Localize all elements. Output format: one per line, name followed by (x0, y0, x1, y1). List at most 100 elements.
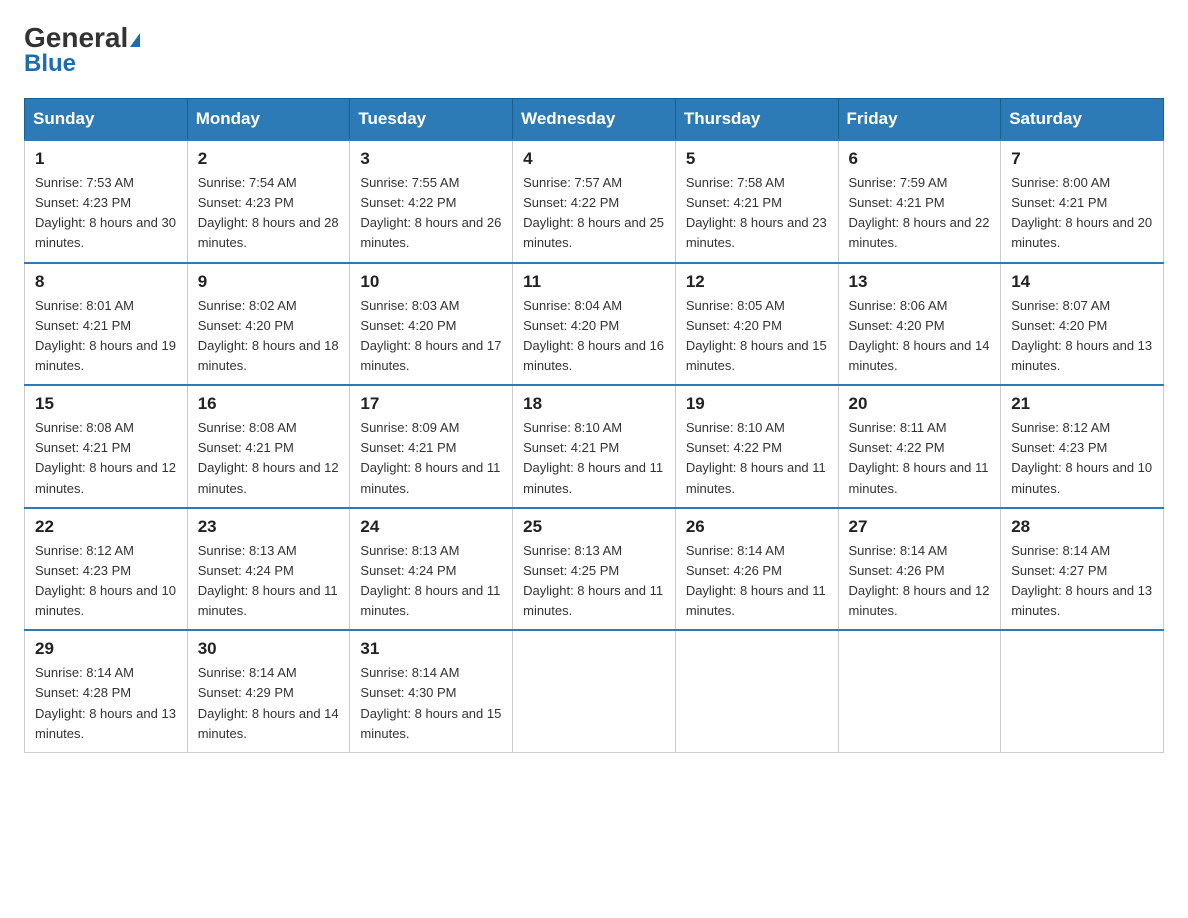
calendar-table: SundayMondayTuesdayWednesdayThursdayFrid… (24, 98, 1164, 753)
weekday-header-wednesday: Wednesday (513, 99, 676, 141)
day-info: Sunrise: 8:10 AMSunset: 4:22 PMDaylight:… (686, 420, 826, 495)
day-info: Sunrise: 8:03 AMSunset: 4:20 PMDaylight:… (360, 298, 501, 373)
day-number: 18 (523, 394, 665, 414)
day-info: Sunrise: 8:08 AMSunset: 4:21 PMDaylight:… (198, 420, 339, 495)
calendar-week-row: 1 Sunrise: 7:53 AMSunset: 4:23 PMDayligh… (25, 140, 1164, 263)
day-info: Sunrise: 8:09 AMSunset: 4:21 PMDaylight:… (360, 420, 500, 495)
calendar-cell: 14 Sunrise: 8:07 AMSunset: 4:20 PMDaylig… (1001, 263, 1164, 386)
day-info: Sunrise: 8:13 AMSunset: 4:24 PMDaylight:… (360, 543, 500, 618)
calendar-cell: 23 Sunrise: 8:13 AMSunset: 4:24 PMDaylig… (187, 508, 350, 631)
day-info: Sunrise: 7:58 AMSunset: 4:21 PMDaylight:… (686, 175, 827, 250)
day-number: 16 (198, 394, 340, 414)
weekday-header-friday: Friday (838, 99, 1001, 141)
day-info: Sunrise: 8:14 AMSunset: 4:27 PMDaylight:… (1011, 543, 1152, 618)
day-number: 26 (686, 517, 828, 537)
calendar-cell: 1 Sunrise: 7:53 AMSunset: 4:23 PMDayligh… (25, 140, 188, 263)
day-info: Sunrise: 8:02 AMSunset: 4:20 PMDaylight:… (198, 298, 339, 373)
calendar-cell: 3 Sunrise: 7:55 AMSunset: 4:22 PMDayligh… (350, 140, 513, 263)
day-number: 30 (198, 639, 340, 659)
page-header: General Blue (24, 24, 1164, 78)
calendar-cell: 5 Sunrise: 7:58 AMSunset: 4:21 PMDayligh… (675, 140, 838, 263)
day-number: 31 (360, 639, 502, 659)
day-number: 8 (35, 272, 177, 292)
calendar-cell: 13 Sunrise: 8:06 AMSunset: 4:20 PMDaylig… (838, 263, 1001, 386)
day-info: Sunrise: 8:06 AMSunset: 4:20 PMDaylight:… (849, 298, 990, 373)
day-info: Sunrise: 8:14 AMSunset: 4:26 PMDaylight:… (686, 543, 826, 618)
day-info: Sunrise: 8:14 AMSunset: 4:29 PMDaylight:… (198, 665, 339, 740)
calendar-cell: 17 Sunrise: 8:09 AMSunset: 4:21 PMDaylig… (350, 385, 513, 508)
day-info: Sunrise: 8:14 AMSunset: 4:30 PMDaylight:… (360, 665, 501, 740)
day-number: 7 (1011, 149, 1153, 169)
logo-blue: Blue (24, 50, 76, 78)
calendar-cell: 15 Sunrise: 8:08 AMSunset: 4:21 PMDaylig… (25, 385, 188, 508)
calendar-cell: 19 Sunrise: 8:10 AMSunset: 4:22 PMDaylig… (675, 385, 838, 508)
weekday-header-saturday: Saturday (1001, 99, 1164, 141)
logo-arrow-icon (130, 33, 140, 47)
day-info: Sunrise: 8:14 AMSunset: 4:26 PMDaylight:… (849, 543, 990, 618)
day-number: 11 (523, 272, 665, 292)
day-number: 24 (360, 517, 502, 537)
day-number: 10 (360, 272, 502, 292)
calendar-cell: 24 Sunrise: 8:13 AMSunset: 4:24 PMDaylig… (350, 508, 513, 631)
day-number: 21 (1011, 394, 1153, 414)
day-info: Sunrise: 8:12 AMSunset: 4:23 PMDaylight:… (1011, 420, 1152, 495)
calendar-cell (675, 630, 838, 752)
calendar-cell: 31 Sunrise: 8:14 AMSunset: 4:30 PMDaylig… (350, 630, 513, 752)
calendar-cell: 30 Sunrise: 8:14 AMSunset: 4:29 PMDaylig… (187, 630, 350, 752)
day-info: Sunrise: 7:54 AMSunset: 4:23 PMDaylight:… (198, 175, 339, 250)
calendar-cell: 10 Sunrise: 8:03 AMSunset: 4:20 PMDaylig… (350, 263, 513, 386)
day-number: 3 (360, 149, 502, 169)
day-info: Sunrise: 7:57 AMSunset: 4:22 PMDaylight:… (523, 175, 664, 250)
calendar-week-row: 22 Sunrise: 8:12 AMSunset: 4:23 PMDaylig… (25, 508, 1164, 631)
calendar-cell (513, 630, 676, 752)
calendar-cell: 27 Sunrise: 8:14 AMSunset: 4:26 PMDaylig… (838, 508, 1001, 631)
weekday-header-sunday: Sunday (25, 99, 188, 141)
calendar-cell: 4 Sunrise: 7:57 AMSunset: 4:22 PMDayligh… (513, 140, 676, 263)
calendar-week-row: 8 Sunrise: 8:01 AMSunset: 4:21 PMDayligh… (25, 263, 1164, 386)
day-number: 22 (35, 517, 177, 537)
day-info: Sunrise: 8:14 AMSunset: 4:28 PMDaylight:… (35, 665, 176, 740)
calendar-cell: 25 Sunrise: 8:13 AMSunset: 4:25 PMDaylig… (513, 508, 676, 631)
calendar-cell: 22 Sunrise: 8:12 AMSunset: 4:23 PMDaylig… (25, 508, 188, 631)
day-number: 13 (849, 272, 991, 292)
calendar-cell: 9 Sunrise: 8:02 AMSunset: 4:20 PMDayligh… (187, 263, 350, 386)
calendar-cell: 18 Sunrise: 8:10 AMSunset: 4:21 PMDaylig… (513, 385, 676, 508)
calendar-cell (1001, 630, 1164, 752)
weekday-header-thursday: Thursday (675, 99, 838, 141)
day-number: 20 (849, 394, 991, 414)
day-number: 19 (686, 394, 828, 414)
day-number: 23 (198, 517, 340, 537)
calendar-cell: 29 Sunrise: 8:14 AMSunset: 4:28 PMDaylig… (25, 630, 188, 752)
day-number: 9 (198, 272, 340, 292)
day-number: 15 (35, 394, 177, 414)
day-info: Sunrise: 8:08 AMSunset: 4:21 PMDaylight:… (35, 420, 176, 495)
day-info: Sunrise: 7:53 AMSunset: 4:23 PMDaylight:… (35, 175, 176, 250)
calendar-cell: 6 Sunrise: 7:59 AMSunset: 4:21 PMDayligh… (838, 140, 1001, 263)
weekday-header-row: SundayMondayTuesdayWednesdayThursdayFrid… (25, 99, 1164, 141)
day-info: Sunrise: 8:13 AMSunset: 4:25 PMDaylight:… (523, 543, 663, 618)
day-info: Sunrise: 8:01 AMSunset: 4:21 PMDaylight:… (35, 298, 176, 373)
calendar-cell: 2 Sunrise: 7:54 AMSunset: 4:23 PMDayligh… (187, 140, 350, 263)
day-info: Sunrise: 8:07 AMSunset: 4:20 PMDaylight:… (1011, 298, 1152, 373)
day-number: 2 (198, 149, 340, 169)
day-info: Sunrise: 7:59 AMSunset: 4:21 PMDaylight:… (849, 175, 990, 250)
calendar-cell (838, 630, 1001, 752)
calendar-cell: 20 Sunrise: 8:11 AMSunset: 4:22 PMDaylig… (838, 385, 1001, 508)
day-number: 6 (849, 149, 991, 169)
day-number: 27 (849, 517, 991, 537)
day-number: 29 (35, 639, 177, 659)
day-info: Sunrise: 7:55 AMSunset: 4:22 PMDaylight:… (360, 175, 501, 250)
calendar-cell: 8 Sunrise: 8:01 AMSunset: 4:21 PMDayligh… (25, 263, 188, 386)
day-number: 12 (686, 272, 828, 292)
day-number: 17 (360, 394, 502, 414)
calendar-week-row: 15 Sunrise: 8:08 AMSunset: 4:21 PMDaylig… (25, 385, 1164, 508)
weekday-header-tuesday: Tuesday (350, 99, 513, 141)
day-info: Sunrise: 8:04 AMSunset: 4:20 PMDaylight:… (523, 298, 664, 373)
day-info: Sunrise: 8:11 AMSunset: 4:22 PMDaylight:… (849, 420, 989, 495)
day-number: 14 (1011, 272, 1153, 292)
day-number: 1 (35, 149, 177, 169)
day-info: Sunrise: 8:13 AMSunset: 4:24 PMDaylight:… (198, 543, 338, 618)
day-info: Sunrise: 8:05 AMSunset: 4:20 PMDaylight:… (686, 298, 827, 373)
day-info: Sunrise: 8:10 AMSunset: 4:21 PMDaylight:… (523, 420, 663, 495)
calendar-cell: 7 Sunrise: 8:00 AMSunset: 4:21 PMDayligh… (1001, 140, 1164, 263)
